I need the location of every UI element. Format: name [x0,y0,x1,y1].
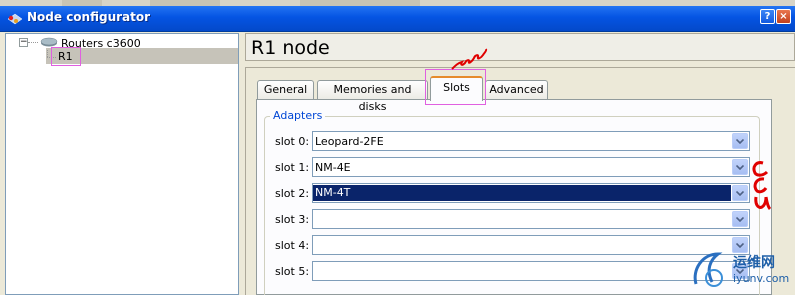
watermark-logo-icon [693,252,723,287]
window-title: Node configurator [27,10,151,24]
tree-line [28,42,38,43]
tree-line [47,50,48,57]
watermark-url: iyunv.com [733,272,790,285]
slot-1-value: NM-4E [315,161,351,174]
slot-2-label: slot 2: [275,187,310,200]
slot-3-select[interactable] [312,209,750,229]
highlight-box-r1 [51,47,81,66]
slot-0-label: slot 0: [275,135,310,148]
top-strip [0,0,795,6]
router-icon [40,37,58,47]
red-scribble-annotation [451,48,488,70]
slot-2-value: NM-4T [313,185,731,201]
app-icon [7,13,23,25]
adapters-group-title: Adapters [270,109,326,122]
highlight-box-slots [425,69,486,105]
slot-4-select[interactable] [312,235,750,255]
slot-5-label: slot 5: [275,265,310,278]
slot-4-label: slot 4: [275,239,310,252]
collapse-icon[interactable]: − [19,38,28,47]
chevron-down-icon[interactable] [732,211,748,227]
tab-memories-and-disks[interactable]: Memories and disks [317,80,428,113]
slot-1-label: slot 1: [275,161,310,174]
slot-3-label: slot 3: [275,213,310,226]
slot-0-value: Leopard-2FE [315,135,384,148]
chevron-down-icon[interactable] [732,133,748,149]
slot-2-select[interactable]: NM-4T [312,183,750,203]
slot-1-select[interactable]: NM-4E [312,157,750,177]
watermark-text: 运维网 [733,255,775,271]
tab-advanced[interactable]: Advanced [485,80,548,99]
close-button[interactable]: × [776,9,791,24]
slot-0-select[interactable]: Leopard-2FE [312,131,750,151]
page-title: R1 node [251,37,330,59]
slot-5-select[interactable] [312,261,750,281]
chevron-down-icon[interactable] [732,237,748,253]
node-tree[interactable] [5,33,239,295]
help-button[interactable]: ? [760,9,775,24]
tab-general[interactable]: General [257,80,314,99]
red-handwriting-annotation [752,161,772,211]
